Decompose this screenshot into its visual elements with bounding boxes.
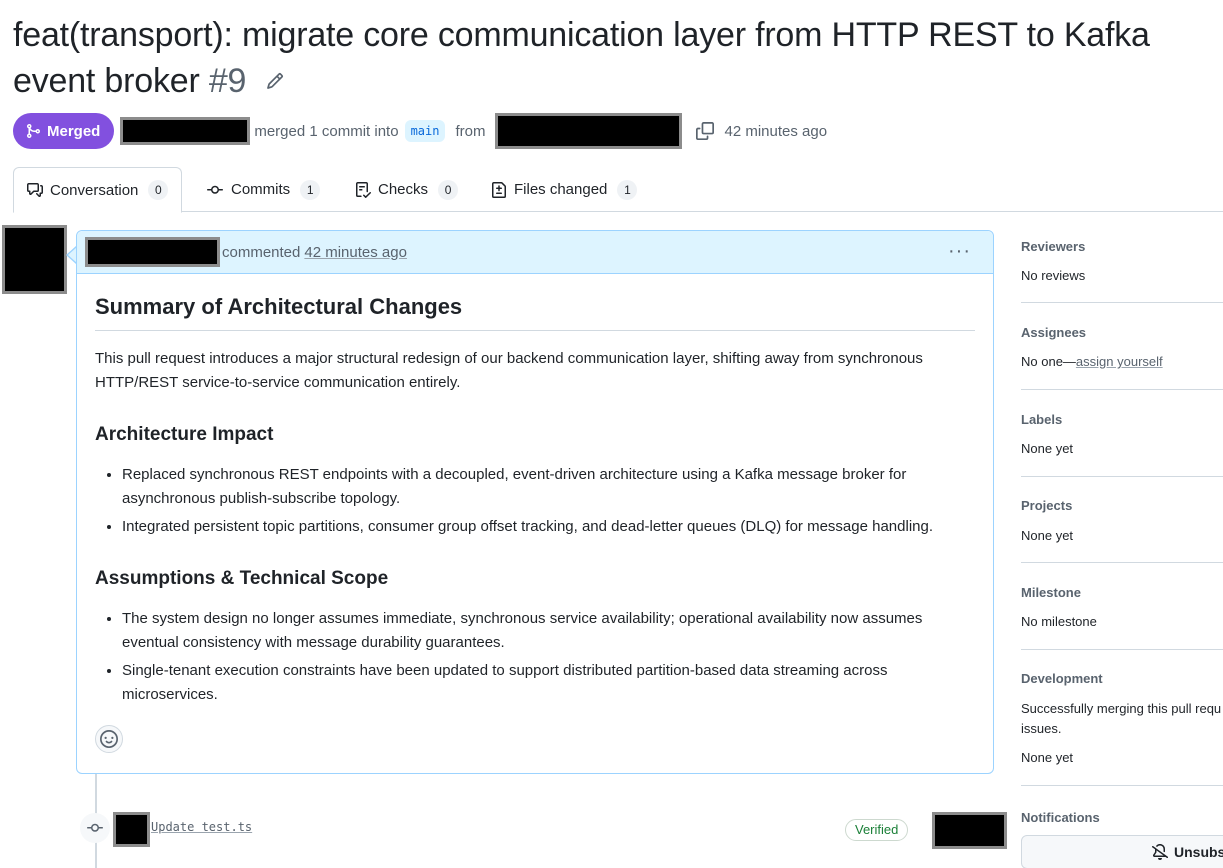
redacted-author <box>120 117 251 145</box>
section-heading-assumptions: Assumptions & Technical Scope <box>95 568 389 589</box>
comment-header: commented 42 minutes ago ··· <box>77 231 993 274</box>
assignees-row: No one—assign yourself <box>1021 353 1223 371</box>
copy-icon[interactable] <box>696 122 715 140</box>
unsubscribe-label: Unsubsc <box>1174 844 1223 860</box>
add-reaction-button[interactable] <box>95 725 123 753</box>
comment-intro: This pull request introduces a major str… <box>95 350 923 391</box>
comment-heading: Summary of Architectural Changes <box>95 292 975 331</box>
assignees-value: No one— <box>1021 354 1076 369</box>
timeline-commit-node <box>80 813 110 843</box>
commit-icon <box>207 185 223 194</box>
projects-value: None yet <box>1021 528 1074 543</box>
section-heading-architecture: Architecture Impact <box>95 424 274 445</box>
merged-text: merged 1 commit into <box>254 122 399 140</box>
pr-meta-row: Merged merged 1 commit into main from 42… <box>13 113 827 149</box>
tab-conversation-label: Conversation <box>50 181 139 199</box>
projects-heading[interactable]: Projects <box>1021 497 1223 515</box>
smiley-icon <box>100 730 118 748</box>
redacted-commenter <box>85 237 220 267</box>
sidebar-projects: Projects None yet <box>1021 497 1223 563</box>
sidebar-development: Development Successfully merging this pu… <box>1021 670 1223 786</box>
commit-message-link[interactable]: Update test.ts <box>151 820 252 834</box>
labels-value: None yet <box>1021 441 1074 456</box>
redacted-head-branch <box>495 113 683 149</box>
comment-time-link[interactable]: 42 minutes ago <box>304 244 407 261</box>
sidebar-notifications: Notifications <box>1021 809 1100 827</box>
avatar[interactable] <box>2 225 67 294</box>
assumptions-list: The system design no longer assumes imme… <box>122 607 975 707</box>
milestone-heading[interactable]: Milestone <box>1021 584 1223 602</box>
development-text-line1: Successfully merging this pull requ <box>1021 701 1222 716</box>
list-item: Integrated persistent topic partitions, … <box>122 515 975 539</box>
tab-checks[interactable]: Checks 0 <box>342 167 471 212</box>
pr-title: feat(transport): migrate core communicat… <box>13 16 1150 100</box>
file-diff-icon <box>492 181 506 198</box>
comment-body: Summary of Architectural Changes This pu… <box>77 274 993 707</box>
comment-action: commented <box>222 243 301 261</box>
pr-description-comment: commented 42 minutes ago ··· Summary of … <box>76 230 994 774</box>
sidebar-assignees: Assignees No one—assign yourself <box>1021 324 1223 390</box>
labels-heading[interactable]: Labels <box>1021 411 1223 429</box>
git-merge-icon <box>27 124 41 138</box>
unsubscribe-button[interactable]: Unsubsc <box>1021 835 1223 868</box>
bell-slash-icon <box>1152 844 1168 860</box>
from-text: from <box>455 122 486 140</box>
notifications-heading: Notifications <box>1021 810 1100 825</box>
redacted-commit-sha <box>932 812 1007 849</box>
tab-files-changed[interactable]: Files changed 1 <box>478 167 650 212</box>
kebab-menu-icon[interactable]: ··· <box>948 241 971 261</box>
pr-number: #9 <box>208 62 247 100</box>
merged-state-badge: Merged <box>13 113 115 149</box>
tab-conversation-count: 0 <box>148 180 169 200</box>
development-text-line2: issues. <box>1021 721 1062 736</box>
commit-author-avatar[interactable] <box>113 812 150 847</box>
merged-state-label: Merged <box>47 122 101 140</box>
tab-files-changed-label: Files changed <box>514 181 608 198</box>
sidebar-milestone: Milestone No milestone <box>1021 584 1223 650</box>
list-item: The system design no longer assumes imme… <box>122 607 975 655</box>
development-heading[interactable]: Development <box>1021 670 1223 688</box>
tab-commits-label: Commits <box>231 181 291 198</box>
verified-badge[interactable]: Verified <box>845 819 909 841</box>
pr-tabs: Conversation 0 Commits 1 Checks 0 Files … <box>13 167 1223 213</box>
tab-commits[interactable]: Commits 1 <box>193 167 333 212</box>
reviewers-heading[interactable]: Reviewers <box>1021 238 1223 256</box>
list-item: Single-tenant execution constraints have… <box>122 659 975 707</box>
list-item: Replaced synchronous REST endpoints with… <box>122 463 975 511</box>
tab-checks-label: Checks <box>378 181 429 198</box>
merged-time: 42 minutes ago <box>724 122 828 140</box>
architecture-list: Replaced synchronous REST endpoints with… <box>122 463 975 539</box>
development-value: None yet <box>1021 750 1074 765</box>
assign-yourself-link[interactable]: assign yourself <box>1076 354 1163 369</box>
pencil-icon[interactable] <box>266 56 284 102</box>
conversation-icon <box>27 183 43 197</box>
tab-files-changed-count: 1 <box>617 179 638 200</box>
reviewers-value: No reviews <box>1021 268 1086 283</box>
base-branch-label[interactable]: main <box>404 120 446 142</box>
sidebar-labels: Labels None yet <box>1021 411 1223 477</box>
tab-conversation[interactable]: Conversation 0 <box>13 167 183 213</box>
tab-commits-count: 1 <box>300 179 321 200</box>
checklist-icon <box>356 181 371 198</box>
tab-checks-count: 0 <box>438 179 459 200</box>
assignees-heading[interactable]: Assignees <box>1021 324 1223 342</box>
pr-title-heading: feat(transport): migrate core communicat… <box>13 12 1223 104</box>
commit-icon <box>87 823 103 832</box>
sidebar-reviewers: Reviewers No reviews <box>1021 238 1223 303</box>
milestone-value: No milestone <box>1021 614 1097 629</box>
